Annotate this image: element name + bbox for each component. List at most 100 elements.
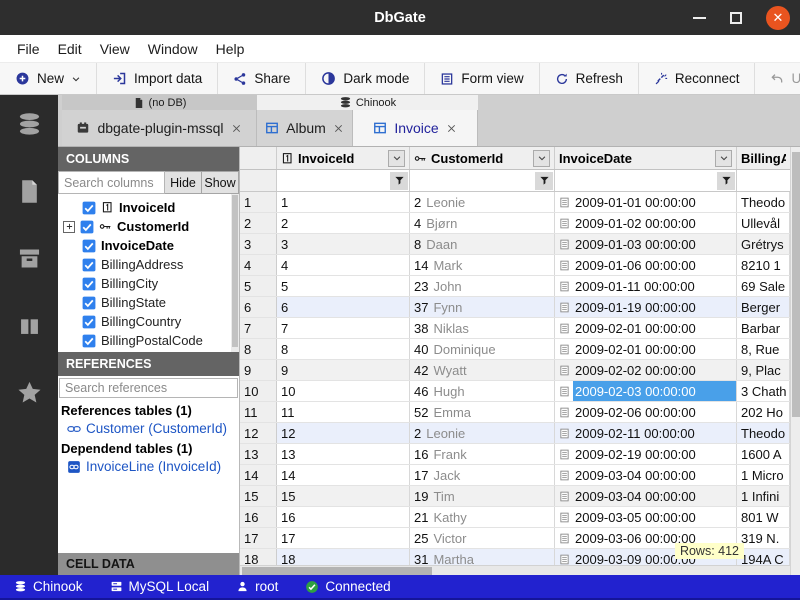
cell-invoicedate[interactable]: 2009-02-11 00:00:00 [555,423,737,443]
cell-invoiceid[interactable]: 6 [277,297,410,317]
checkbox-checked-icon[interactable] [80,220,94,234]
checkbox-checked-icon[interactable] [82,239,96,253]
close-icon[interactable]: ✕ [766,6,790,30]
cell-billingaddress[interactable]: 1 Micro [737,465,790,485]
cell-invoicedate[interactable]: 2009-03-05 00:00:00 [555,507,737,527]
column-header-invoicedate[interactable]: InvoiceDate [555,147,737,169]
column-header-invoiceid[interactable]: InvoiceId [277,147,410,169]
refresh-button[interactable]: Refresh [540,63,639,94]
cell-customerid[interactable]: 37Fynn [410,297,555,317]
column-item-invoiceid[interactable]: InvoiceId [58,198,230,217]
minimize-icon[interactable] [693,17,706,19]
table-row[interactable]: 161621Kathy2009-03-05 00:00:00801 W [240,507,790,528]
menu-item-help[interactable]: Help [207,41,254,57]
cell-invoiceid[interactable]: 3 [277,234,410,254]
cell-invoiceid[interactable]: 5 [277,276,410,296]
cell-billingaddress[interactable]: Barbar [737,318,790,338]
cell-invoicedate[interactable]: 2009-02-06 00:00:00 [555,402,737,422]
cell-billingaddress[interactable]: 319 N. [737,528,790,548]
form-view-button[interactable]: Form view [425,63,539,94]
tab-album[interactable]: Album [257,110,353,146]
filter-input[interactable] [555,170,717,191]
close-icon[interactable] [333,123,344,134]
cell-customerid[interactable]: 17Jack [410,465,555,485]
cell-invoiceid[interactable]: 13 [277,444,410,464]
checkbox-checked-icon[interactable] [82,258,96,272]
cell-invoiceid[interactable]: 8 [277,339,410,359]
status-chinook[interactable]: Chinook [14,579,83,594]
sidebar-database-icon[interactable] [16,111,43,143]
table-row[interactable]: 7738Niklas2009-02-01 00:00:00Barbar [240,318,790,339]
cell-customerid[interactable]: 25Victor [410,528,555,548]
undo-button[interactable]: U [755,63,800,94]
cell-invoicedate[interactable]: 2009-02-19 00:00:00 [555,444,737,464]
horizontal-scrollbar[interactable] [240,565,790,575]
cell-customerid[interactable]: 46Hugh [410,381,555,401]
column-item-invoicedate[interactable]: InvoiceDate [58,236,230,255]
sidebar-archive-icon[interactable] [16,245,43,277]
cell-customerid[interactable]: 21Kathy [410,507,555,527]
close-icon[interactable] [231,123,242,134]
cell-billingaddress[interactable]: 3 Chath [737,381,790,401]
dark-mode-button[interactable]: Dark mode [306,63,425,94]
new-button[interactable]: New [0,63,97,94]
column-dropdown-button[interactable] [715,150,732,167]
cell-customerid[interactable]: 23John [410,276,555,296]
cell-invoiceid[interactable]: 16 [277,507,410,527]
cell-billingaddress[interactable]: 69 Sale [737,276,790,296]
filter-funnel-icon[interactable] [535,172,553,190]
cell-billingaddress[interactable]: 194A C [737,549,790,565]
status-mysql-local[interactable]: MySQL Local [110,579,210,594]
status-connected[interactable]: Connected [305,579,390,594]
cell-customerid[interactable]: 31Martha [410,549,555,565]
checkbox-checked-icon[interactable] [82,201,96,215]
cell-invoicedate[interactable]: 2009-01-19 00:00:00 [555,297,737,317]
reference-link[interactable]: InvoiceLine (InvoiceId) [58,457,239,476]
filter-funnel-icon[interactable] [717,172,735,190]
table-row[interactable]: 6637Fynn2009-01-19 00:00:00Berger [240,297,790,318]
cell-invoicedate[interactable]: 2009-01-03 00:00:00 [555,234,737,254]
cell-customerid[interactable]: 14Mark [410,255,555,275]
share-button[interactable]: Share [218,63,306,94]
cell-customerid[interactable]: 16Frank [410,444,555,464]
reference-link[interactable]: Customer (CustomerId) [58,419,239,438]
cell-billingaddress[interactable]: 1 Infini [737,486,790,506]
cell-invoicedate[interactable]: 2009-01-01 00:00:00 [555,192,737,212]
cell-invoicedate[interactable]: 2009-02-03 00:00:00 [555,381,737,401]
menu-item-window[interactable]: Window [139,41,207,57]
column-item-billingcity[interactable]: BillingCity [58,274,230,293]
filter-funnel-icon[interactable] [390,172,408,190]
table-row[interactable]: 224Bjørn2009-01-02 00:00:00Ullevål [240,213,790,234]
cell-invoicedate[interactable]: 2009-03-04 00:00:00 [555,486,737,506]
cell-customerid[interactable]: 4Bjørn [410,213,555,233]
column-header-billingaddress[interactable]: BillingAddress [737,147,790,169]
cell-invoiceid[interactable]: 11 [277,402,410,422]
checkbox-checked-icon[interactable] [82,334,96,348]
show-button[interactable]: Show [202,171,239,194]
cell-billingaddress[interactable]: Grétrys [737,234,790,254]
menu-item-view[interactable]: View [91,41,139,57]
cell-billingaddress[interactable]: 8, Rue [737,339,790,359]
columns-scrollbar[interactable] [231,194,239,352]
column-item-customerid[interactable]: CustomerId [58,217,230,236]
close-icon[interactable] [446,123,457,134]
cell-customerid[interactable]: 40Dominique [410,339,555,359]
filter-input[interactable] [410,170,535,191]
tab-dbgate-plugin-mssql[interactable]: dbgate-plugin-mssql [62,110,257,146]
sidebar-file-icon[interactable] [16,178,43,210]
cell-invoiceid[interactable]: 4 [277,255,410,275]
column-item-billingcountry[interactable]: BillingCountry [58,312,230,331]
cell-billingaddress[interactable]: Theodo [737,192,790,212]
checkbox-checked-icon[interactable] [82,277,96,291]
vertical-scrollbar[interactable] [790,147,800,575]
table-row[interactable]: 131316Frank2009-02-19 00:00:001600 A [240,444,790,465]
table-row[interactable]: 141417Jack2009-03-04 00:00:001 Micro [240,465,790,486]
table-row[interactable]: 151519Tim2009-03-04 00:00:001 Infini [240,486,790,507]
filter-input[interactable] [737,170,790,191]
cell-invoicedate[interactable]: 2009-03-04 00:00:00 [555,465,737,485]
cell-invoiceid[interactable]: 14 [277,465,410,485]
cell-invoicedate[interactable]: 2009-02-01 00:00:00 [555,318,737,338]
cell-invoiceid[interactable]: 7 [277,318,410,338]
status-root[interactable]: root [236,579,278,594]
horizontal-scrollbar-thumb[interactable] [242,567,432,575]
